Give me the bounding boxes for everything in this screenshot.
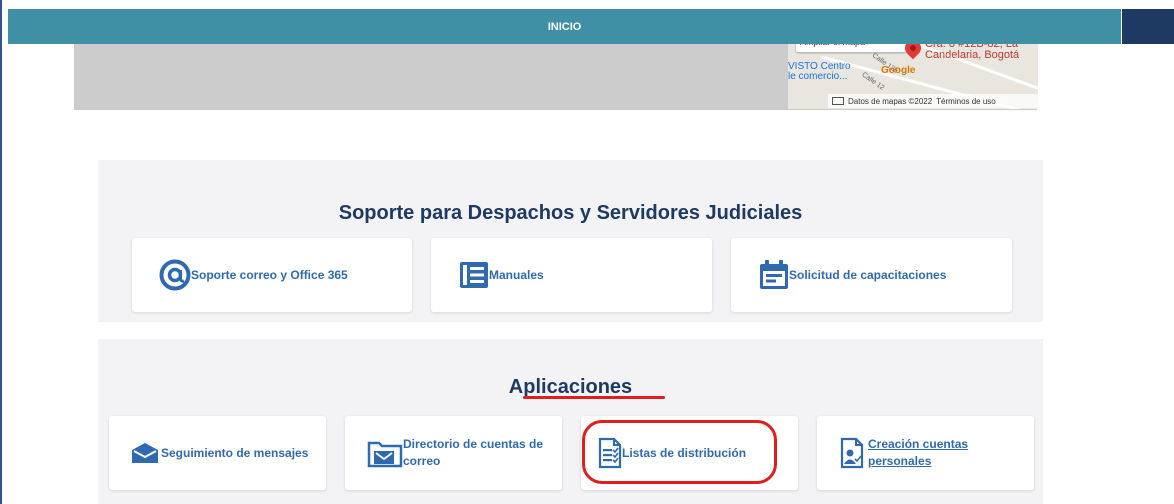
book-list-icon	[460, 262, 488, 288]
support-card-manuals[interactable]: Manuales	[431, 238, 712, 312]
top-nav-right-block	[1122, 9, 1174, 44]
support-card-training[interactable]: Solicitud de capacitaciones	[731, 238, 1012, 312]
user-doc-icon	[840, 437, 864, 469]
app-card-label: Seguimiento de mensajes	[161, 445, 309, 460]
embedded-map[interactable]: Ampliar el mapa Cra. 8 #12B-82, La Cande…	[788, 44, 1038, 109]
app-card-label: Directorio de cuentas de correo	[403, 437, 544, 468]
support-card-label: Soporte correo y Office 365	[191, 267, 348, 282]
highlight-red-oval	[582, 420, 777, 484]
window-left-border	[0, 0, 2, 504]
map-enlarge-link[interactable]: Ampliar el mapa	[796, 44, 906, 52]
app-card-personal-accounts[interactable]: Creación cuentas personales	[817, 416, 1034, 490]
map-terms-link[interactable]: Términos de uso	[936, 97, 996, 106]
map-address: Cra. 8 #12B-82, La Candelaria, Bogotá	[925, 44, 1020, 61]
app-card-message-tracking[interactable]: Seguimiento de mensajes	[109, 416, 326, 490]
nav-home-link[interactable]: INICIO	[548, 21, 582, 33]
folder-mail-icon	[367, 441, 403, 468]
map-pin-icon	[901, 44, 925, 60]
support-card-label: Solicitud de capacitaciones	[789, 267, 947, 282]
app-card-label: Creación cuentas personales	[868, 437, 969, 468]
calendar-icon	[760, 260, 788, 289]
keyboard-icon[interactable]	[832, 97, 844, 105]
support-card-label: Manuales	[489, 267, 544, 282]
support-card-email[interactable]: Soporte correo y Office 365	[132, 238, 412, 312]
map-place-label: VISTO Centro le comercio...	[788, 61, 851, 82]
support-section-title: Soporte para Despachos y Servidores Judi…	[338, 202, 803, 224]
envelope-open-icon	[132, 443, 158, 463]
google-logo: Google	[881, 65, 916, 76]
top-nav-bar: INICIO	[8, 9, 1121, 44]
app-card-mail-directory[interactable]: Directorio de cuentas de correo	[345, 416, 562, 490]
title-red-underline	[523, 396, 665, 399]
at-sign-icon	[159, 259, 191, 291]
map-footer: Datos de mapas ©2022 Términos de uso	[828, 94, 1038, 108]
